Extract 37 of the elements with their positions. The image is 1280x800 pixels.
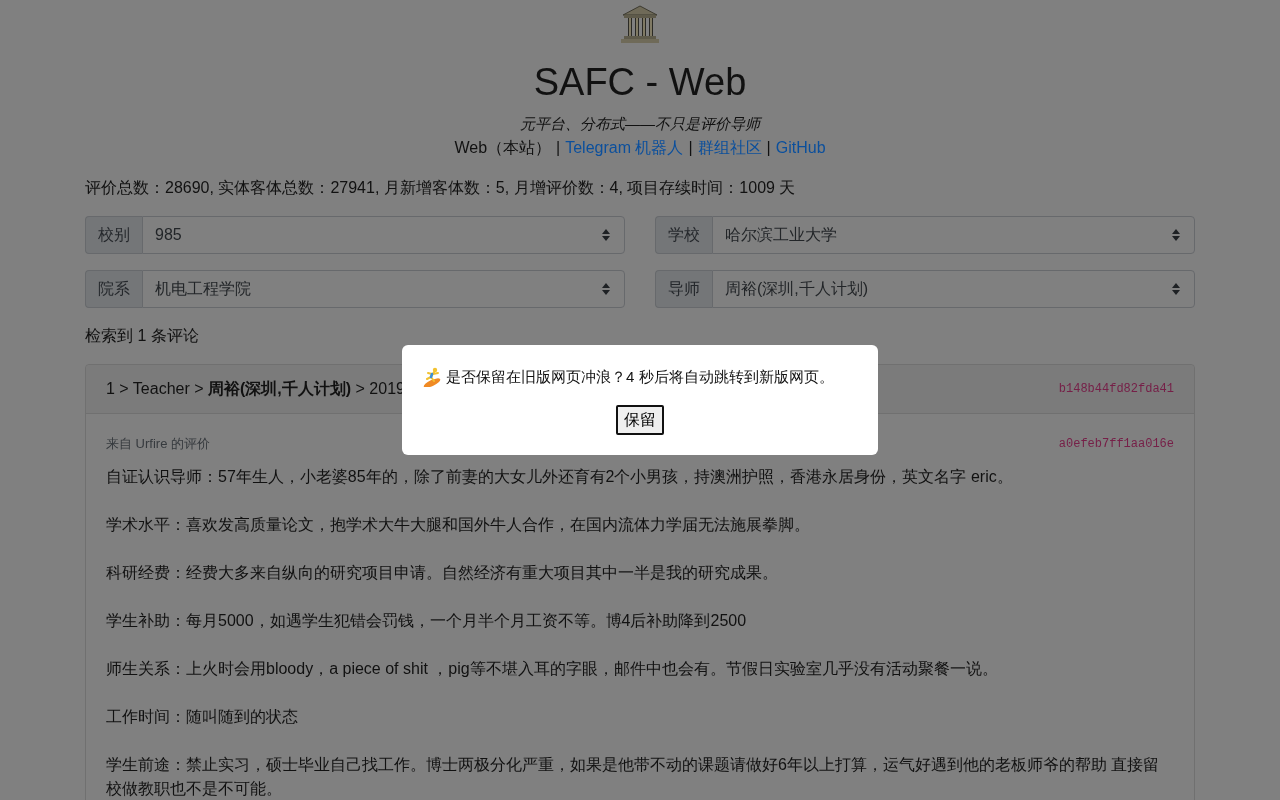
updown-caret-icon — [602, 283, 610, 295]
hash-code: a0efeb7ff1aa016e — [1058, 437, 1174, 451]
field-label: 学校 — [655, 216, 712, 254]
field-label: 导师 — [655, 270, 712, 308]
updown-caret-icon — [1172, 283, 1180, 295]
field-label: 院系 — [85, 270, 142, 308]
separator-text: | — [688, 138, 693, 158]
review-paragraph: 学生补助：每月5000，如遇学生犯错会罚钱，一个月半个月工资不等。博4后补助降到2500 — [106, 611, 748, 631]
keep-button[interactable]: 保留 — [616, 405, 664, 435]
nav-link[interactable]: Telegram 机器人 — [565, 136, 684, 160]
author-text: 来自 Urfire 的评价 — [106, 435, 210, 453]
updown-caret-icon — [1172, 229, 1180, 241]
updown-caret-icon — [602, 229, 610, 241]
dropdown-field[interactable]: 985 — [142, 216, 625, 254]
review-paragraph: 学生前途：禁止实习，硕士毕业自己找工作。博士两极分化严重，如果是他带不动的课题请做好6年以上打算，运气好遇到他的老板师爷的帮助 直接留校做教职也不是不可能。 — [106, 755, 1161, 799]
nav-link[interactable]: GitHub — [775, 136, 826, 160]
field-label: 校别 — [85, 216, 142, 254]
site-title: SAFC - Web — [533, 60, 747, 105]
review-paragraph: 学术水平：喜欢发高质量论文，抱学术大牛大腿和国外牛人合作，在国内流体力学届无法施展拳脚。 — [106, 515, 811, 535]
dropdown-field[interactable]: 哈尔滨工业大学 — [712, 216, 1195, 254]
tagline: 元平台、分布式——不只是评价导师 — [520, 114, 760, 134]
dropdown-field[interactable]: 机电工程学院 — [142, 270, 625, 308]
nav-link[interactable]: 群组社区 — [697, 136, 762, 160]
current-site-text: Web（本站） — [454, 138, 552, 158]
building-icon — [620, 4, 660, 44]
surfer-icon — [422, 367, 442, 387]
review-paragraph: 自证认识导师：57年生人，小老婆85年的，除了前妻的大女儿外还育有2个小男孩，持澳洲护照，香港永居身份，英文名字 eric。 — [106, 467, 1014, 487]
separator-text: | — [556, 138, 561, 158]
result-count-text: 检索到 1 条评论 — [85, 326, 200, 346]
dropdown-field[interactable]: 周裕(深圳,千人计划) — [712, 270, 1195, 308]
separator-text: | — [766, 138, 771, 158]
review-paragraph: 工作时间：随叫随到的状态 — [106, 707, 299, 727]
review-paragraph: 师生关系：上火时会用bloody，a piece of shit ，pig等不堪入耳的字眼，邮件中也会有。节假日实验室几乎没有活动聚餐一说。 — [106, 659, 999, 679]
review-paragraph: 科研经费：经费大多来自纵向的研究项目申请。自然经济有重大项目其中一半是我的研究成果。 — [106, 563, 779, 583]
stats-text: 评价总数：28690, 实体客体总数：27941, 月新增客体数：5, 月增评价数：4, 项目存续时间：1009 天 — [85, 178, 797, 198]
hash-code: b148b44fd82fda41 — [1058, 382, 1174, 396]
modal-message: 是否保留在旧版网页冲浪？4 秒后将自动跳转到新版网页。 — [446, 367, 834, 387]
